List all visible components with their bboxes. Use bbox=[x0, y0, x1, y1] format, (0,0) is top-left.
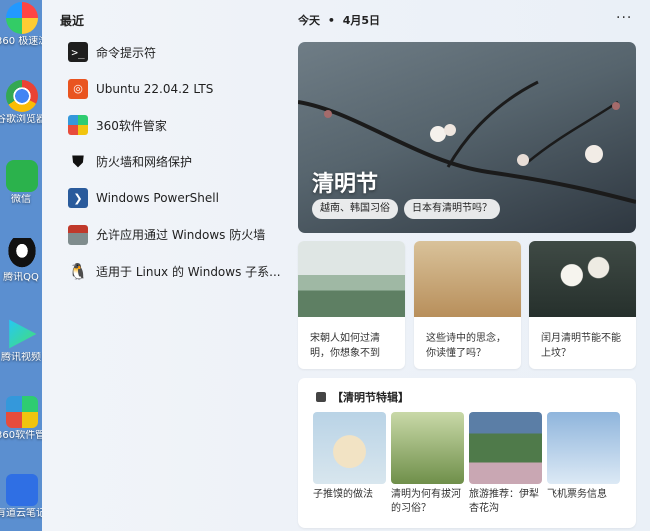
hero-card[interactable]: 清明节 越南、韩国习俗 日本有清明节吗？ bbox=[298, 42, 636, 233]
special-item-image bbox=[469, 412, 542, 484]
recent-item-label: 允许应用通过 Windows 防火墙 bbox=[96, 228, 266, 243]
hero-title: 清明节 bbox=[312, 172, 379, 197]
desktop-icon-wechat[interactable]: 微信 bbox=[2, 160, 40, 226]
desktop-icon-label: 腾讯视频 bbox=[1, 352, 41, 363]
recent-item-label: 防火墙和网络保护 bbox=[96, 155, 193, 170]
feature-icon bbox=[316, 392, 326, 402]
news-card[interactable]: 这些诗中的思念，你读懂了吗？ bbox=[414, 241, 521, 369]
desktop-icon-tencent-video[interactable]: 腾讯视频 bbox=[1, 318, 41, 384]
qq-icon bbox=[6, 238, 38, 270]
desktop-icon-label: 微信 bbox=[11, 194, 31, 205]
hero-tag-japan[interactable]: 日本有清明节吗？ bbox=[404, 199, 500, 219]
news-card-title: 闰月清明节能不能上坟？ bbox=[541, 333, 621, 359]
youdao-note-icon bbox=[6, 474, 38, 506]
date-value: 4月5日 bbox=[342, 14, 381, 27]
start-panel: 最近 >_ 命令提示符 ◎ Ubuntu 22.04.2 LTS 360软件管家… bbox=[42, 0, 650, 531]
special-item-image bbox=[391, 412, 464, 484]
desktop-icon-label: 360软件管家 bbox=[0, 430, 42, 441]
tencent-video-icon bbox=[9, 319, 37, 349]
linux-tux-icon: 🐧 bbox=[68, 261, 88, 281]
special-item-title: 清明为何有拔河的习俗？ bbox=[391, 489, 461, 514]
special-feature-label: 【清明节特辑】 bbox=[332, 391, 409, 404]
more-options-icon[interactable]: ··· bbox=[616, 10, 632, 26]
news-card[interactable]: 闰月清明节能不能上坟？ bbox=[529, 241, 636, 369]
news-card[interactable]: 宋朝人如何过清明，你想象不到 bbox=[298, 241, 405, 369]
special-feature-title: 【清明节特辑】 bbox=[316, 389, 409, 405]
recent-item-allow-app-firewall[interactable]: 允许应用通过 Windows 防火墙 bbox=[60, 217, 290, 254]
360-browser-icon bbox=[6, 2, 38, 34]
news-card-image bbox=[298, 241, 405, 317]
news-card-image bbox=[414, 241, 521, 317]
news-card-title: 这些诗中的思念，你读懂了吗？ bbox=[426, 333, 506, 359]
recent-title: 最近 bbox=[60, 14, 85, 28]
firewall-icon bbox=[68, 224, 88, 245]
hero-tag-vietnam-korea[interactable]: 越南、韩国习俗 bbox=[312, 199, 398, 219]
360-manager-icon bbox=[68, 115, 88, 136]
desktop-icon-youdao-note[interactable]: 有道云笔记 bbox=[0, 474, 42, 531]
recent-item-360-manager[interactable]: 360软件管家 bbox=[60, 107, 290, 144]
cmd-icon: >_ bbox=[68, 42, 88, 63]
chrome-icon bbox=[6, 80, 38, 112]
ubuntu-icon: ◎ bbox=[68, 78, 88, 99]
recent-item-label: 适用于 Linux 的 Windows 子系... bbox=[96, 264, 281, 279]
wechat-icon bbox=[6, 160, 38, 192]
desktop-icon-360-browser[interactable]: 360 极速浏览器X bbox=[0, 2, 42, 68]
desktop-icon-label: 有道云笔记 bbox=[0, 508, 42, 519]
special-item-title: 飞机票务信息 bbox=[547, 489, 607, 500]
special-item[interactable]: 旅游推荐：伊犁杏花沟 bbox=[469, 412, 542, 516]
widgets-date-header: 今天 • 4月5日 bbox=[298, 12, 380, 28]
news-card-image bbox=[529, 241, 636, 317]
recent-item-cmd[interactable]: >_ 命令提示符 bbox=[60, 34, 290, 71]
recent-list: >_ 命令提示符 ◎ Ubuntu 22.04.2 LTS 360软件管家 ⛊ … bbox=[60, 34, 290, 290]
recent-item-wsl[interactable]: 🐧 适用于 Linux 的 Windows 子系... bbox=[60, 253, 290, 290]
special-item-image bbox=[547, 412, 620, 484]
desktop-icon-label: 360 极速浏览器X bbox=[0, 36, 42, 47]
special-item-title: 旅游推荐：伊犁杏花沟 bbox=[469, 489, 539, 514]
desktop-icon-qq[interactable]: 腾讯QQ bbox=[2, 238, 40, 304]
date-separator: • bbox=[327, 14, 335, 27]
shield-icon: ⛊ bbox=[71, 151, 84, 171]
360-manager-icon bbox=[6, 396, 38, 428]
recent-item-label: Windows PowerShell bbox=[96, 191, 219, 206]
special-item[interactable]: 飞机票务信息 bbox=[547, 412, 620, 502]
recent-item-label: 命令提示符 bbox=[96, 45, 157, 60]
recent-item-powershell[interactable]: ❯ Windows PowerShell bbox=[60, 180, 290, 217]
recent-item-label: Ubuntu 22.04.2 LTS bbox=[96, 81, 214, 96]
news-card-title: 宋朝人如何过清明，你想象不到 bbox=[310, 333, 380, 359]
special-item[interactable]: 子推馍的做法 bbox=[313, 412, 386, 502]
special-feature-card: 【清明节特辑】 子推馍的做法 清明为何有拔河的习俗？ 旅游推荐：伊犁杏花沟 飞机… bbox=[298, 378, 636, 528]
date-today: 今天 bbox=[298, 14, 320, 27]
desktop-icon-label: 腾讯QQ bbox=[3, 272, 39, 283]
recent-item-ubuntu[interactable]: ◎ Ubuntu 22.04.2 LTS bbox=[60, 71, 290, 108]
recent-item-label: 360软件管家 bbox=[96, 118, 167, 133]
recent-item-firewall-protection[interactable]: ⛊ 防火墙和网络保护 bbox=[60, 144, 290, 181]
special-item-title: 子推馍的做法 bbox=[313, 489, 373, 500]
desktop-icon-label: 谷歌浏览器 bbox=[0, 114, 42, 125]
desktop-icon-chrome[interactable]: 谷歌浏览器 bbox=[0, 80, 42, 146]
powershell-icon: ❯ bbox=[68, 188, 88, 209]
special-item[interactable]: 清明为何有拔河的习俗？ bbox=[391, 412, 464, 516]
special-item-image bbox=[313, 412, 386, 484]
desktop-background: 360 极速浏览器X 谷歌浏览器 微信 腾讯QQ 腾讯视频 360软件管家 有道… bbox=[0, 0, 42, 531]
desktop-icon-360-manager[interactable]: 360软件管家 bbox=[0, 396, 42, 462]
